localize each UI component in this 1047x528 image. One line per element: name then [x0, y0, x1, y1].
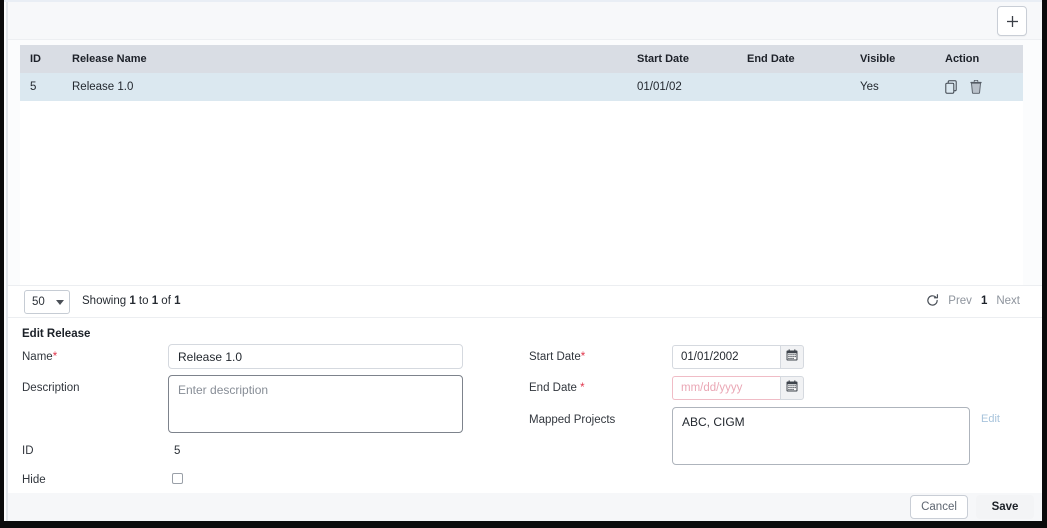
page-size-value: 50 [32, 296, 45, 308]
pagination-next[interactable]: Next [996, 295, 1020, 307]
column-header-action: Action [935, 45, 1023, 73]
pagination-controls: Prev 1 Next [926, 294, 1020, 307]
end-date-label-text: End Date [529, 382, 580, 394]
start-date-input[interactable] [672, 345, 780, 369]
column-header-start-date[interactable]: Start Date [627, 45, 737, 73]
calendar-icon [786, 348, 798, 366]
cell-end-date [737, 73, 850, 101]
showing-summary: Showing 1 to 1 of 1 [82, 295, 181, 307]
column-header-id[interactable]: ID [20, 45, 62, 73]
pagination-page-1[interactable]: 1 [981, 295, 987, 307]
start-date-label: Start Date* [529, 351, 585, 363]
save-button[interactable]: Save [976, 495, 1034, 519]
table-header-row: ID Release Name Start Date End Date Visi… [20, 45, 1023, 73]
end-date-field [672, 376, 804, 400]
edit-release-form: Edit Release Name* Description ID 5 Hide… [8, 318, 1042, 521]
showing-total: 1 [174, 295, 180, 307]
mapped-projects-textarea[interactable] [672, 407, 970, 465]
start-date-field [672, 345, 804, 369]
column-header-release-name[interactable]: Release Name [62, 45, 627, 73]
cell-id: 5 [20, 73, 62, 101]
window-right-edge [1042, 0, 1047, 528]
description-textarea[interactable] [168, 375, 463, 433]
trash-icon[interactable] [970, 80, 982, 94]
column-header-visible[interactable]: Visible [850, 45, 935, 73]
id-value: 5 [174, 445, 180, 457]
plus-icon [1006, 15, 1019, 28]
showing-mid: to [136, 295, 152, 307]
start-date-required-marker: * [581, 351, 585, 363]
page-size-select[interactable]: 50 [24, 290, 70, 314]
toolbar [8, 2, 1042, 40]
copy-icon[interactable] [945, 80, 958, 94]
start-date-calendar-button[interactable] [780, 345, 804, 369]
cancel-button[interactable]: Cancel [910, 495, 968, 519]
name-input[interactable] [168, 344, 463, 369]
start-date-label-text: Start Date [529, 351, 581, 363]
form-footer: Cancel Save [8, 493, 1042, 521]
end-date-input[interactable] [672, 376, 780, 400]
showing-suffix: of [158, 295, 174, 307]
name-label: Name* [22, 351, 57, 363]
refresh-icon[interactable] [926, 294, 939, 307]
mapped-projects-label: Mapped Projects [529, 414, 615, 426]
end-date-label: End Date * [529, 382, 585, 394]
description-label: Description [22, 382, 80, 394]
name-required-marker: * [53, 351, 57, 363]
column-header-end-date[interactable]: End Date [737, 45, 850, 73]
cell-visible: Yes [850, 73, 935, 101]
calendar-icon [786, 379, 798, 397]
window-bottom-edge [0, 521, 1047, 528]
cell-start-date: 01/01/02 [627, 73, 737, 101]
add-release-button[interactable] [997, 6, 1027, 36]
window-left-edge [0, 0, 4, 528]
name-label-text: Name [22, 351, 53, 363]
id-label: ID [22, 445, 34, 457]
showing-prefix: Showing [82, 295, 129, 307]
hide-checkbox[interactable] [172, 473, 183, 484]
form-title: Edit Release [22, 328, 90, 340]
end-date-required-marker: * [580, 382, 584, 394]
releases-table: ID Release Name Start Date End Date Visi… [20, 45, 1023, 285]
cell-actions [935, 73, 1023, 101]
pagination-bar: 50 Showing 1 to 1 of 1 Prev 1 Next [8, 285, 1042, 318]
end-date-calendar-button[interactable] [780, 376, 804, 400]
app-screen: ID Release Name Start Date End Date Visi… [0, 0, 1047, 528]
chevron-down-icon [56, 300, 64, 305]
table-row[interactable]: 5 Release 1.0 01/01/02 Yes [20, 73, 1023, 101]
cell-release-name: Release 1.0 [62, 73, 627, 101]
hide-label: Hide [22, 474, 46, 486]
pagination-prev[interactable]: Prev [948, 295, 972, 307]
mapped-projects-edit-link[interactable]: Edit [981, 413, 1000, 425]
